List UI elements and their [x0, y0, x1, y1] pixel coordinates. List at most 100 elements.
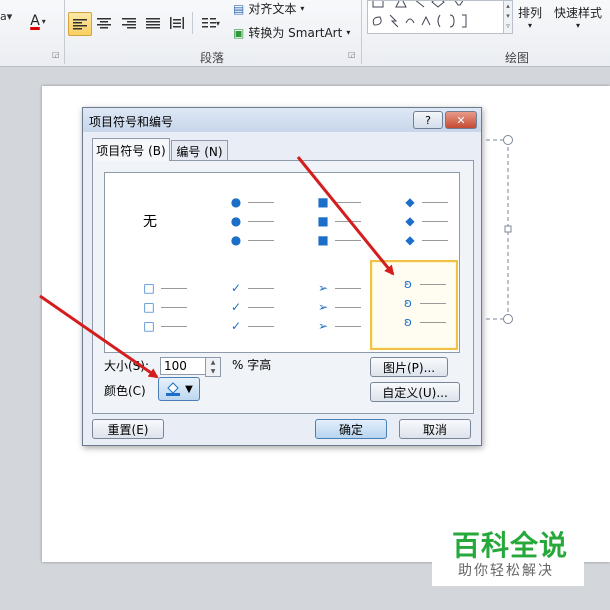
diamond-bullet-icon: ◆: [405, 233, 415, 247]
bullet-style-diamond[interactable]: ◆ ◆ ◆: [372, 177, 456, 263]
bullet-preview-row: □: [141, 300, 187, 314]
align-center-button[interactable]: [93, 12, 115, 34]
text-line-placeholder: [335, 306, 361, 308]
text-line-placeholder: [422, 239, 448, 241]
bullet-preview-row: □: [141, 319, 187, 333]
hollow-square-bullet-icon: □: [143, 300, 155, 314]
dialog-title: 项目符号和编号: [89, 115, 174, 129]
text-line-placeholder: [335, 220, 361, 222]
quick-styles-label: 快速样式: [553, 6, 602, 20]
spin-up-icon[interactable]: ▲: [206, 358, 220, 367]
help-button[interactable]: ?: [413, 111, 443, 129]
reset-button[interactable]: 重置(E): [92, 419, 164, 439]
size-label: 大小(S):: [104, 359, 150, 373]
text-line-placeholder: [420, 283, 446, 285]
paragraph-group-launcher-icon[interactable]: ◲: [348, 50, 356, 59]
chevron-down-icon: ▼: [185, 383, 193, 395]
size-input[interactable]: 100: [160, 357, 209, 375]
font-color-button[interactable]: A ▾: [26, 10, 50, 32]
diamond-bullet-icon: ◆: [405, 195, 415, 209]
cancel-button-label: 取消: [422, 422, 447, 437]
customize-button[interactable]: 自定义(U)...: [370, 382, 460, 402]
filled-round-bullet-icon: ●: [230, 195, 242, 209]
checkmark-bullet-icon: ✓: [230, 319, 242, 333]
bullet-preview-row: ✓: [228, 281, 274, 295]
text-line-placeholder: [335, 287, 361, 289]
text-line-placeholder: [422, 220, 448, 222]
distributed-button[interactable]: [166, 12, 188, 34]
tab-numbering[interactable]: 编号 (N): [171, 140, 228, 161]
tab-bullets-label: 项目符号 (B): [96, 143, 166, 158]
text-line-placeholder: [248, 201, 274, 203]
arrowhead-bullet-icon: ➢: [317, 319, 329, 333]
shapes-scroll-button[interactable]: ▴ ▾ ▿: [503, 0, 513, 34]
bullet-style-filled-round[interactable]: ● ● ●: [198, 177, 282, 263]
text-line-placeholder: [248, 287, 274, 289]
arrange-button[interactable]: 排列 ▾: [515, 4, 545, 30]
paragraph-group-label: 段落: [199, 51, 224, 65]
bullet-style-none[interactable]: 无: [111, 177, 195, 263]
filled-square-bullet-icon: ■: [317, 195, 329, 209]
scroll-bullet-icon: ʚ: [404, 296, 412, 310]
separator: [192, 12, 193, 34]
diamond-bullet-icon: ◆: [405, 214, 415, 228]
color-picker-button[interactable]: ▼: [158, 377, 200, 401]
smartart-icon: ▣: [233, 25, 245, 40]
tab-bullets[interactable]: 项目符号 (B): [92, 138, 170, 161]
align-right-button[interactable]: [118, 12, 140, 34]
justify-icon: [146, 18, 160, 29]
color-label: 颜色(C): [104, 384, 146, 398]
text-line-placeholder: [335, 239, 361, 241]
justify-button[interactable]: [142, 12, 164, 34]
size-spinner[interactable]: ▲ ▼: [205, 357, 221, 377]
text-line-placeholder: [248, 306, 274, 308]
bullet-style-scroll-selected[interactable]: ʚʚʚ: [370, 260, 458, 350]
text-line-placeholder: [335, 201, 361, 203]
align-text-button[interactable]: ▤ 对齐文本 ▾: [233, 0, 304, 17]
cancel-button[interactable]: 取消: [399, 419, 471, 439]
shapes-icon: [372, 0, 467, 28]
align-center-icon: [97, 18, 111, 29]
size-unit-label: % 字高: [232, 358, 272, 372]
dialog-titlebar[interactable]: 项目符号和编号 ? ✕: [83, 108, 481, 132]
ok-button[interactable]: 确定: [315, 419, 387, 439]
shapes-gallery[interactable]: [367, 0, 505, 34]
bullet-style-checkmark[interactable]: ✓ ✓ ✓: [198, 263, 282, 349]
columns-icon: [201, 18, 216, 28]
close-button[interactable]: ✕: [445, 111, 477, 129]
help-icon: ?: [425, 113, 431, 127]
filled-square-bullet-icon: ■: [317, 214, 329, 228]
bullet-preview-row: ◆: [402, 233, 448, 247]
hollow-square-bullet-icon: □: [143, 281, 155, 295]
filled-round-bullet-icon: ●: [230, 214, 242, 228]
bullet-style-arrowhead[interactable]: ➢ ➢ ➢: [285, 263, 369, 349]
columns-button[interactable]: ▾: [197, 12, 225, 34]
distributed-icon: [170, 17, 184, 29]
bullet-style-hollow-square[interactable]: □ □ □: [111, 263, 195, 349]
font-group-launcher-icon[interactable]: ◲: [52, 50, 60, 59]
picture-button[interactable]: 图片(P)...: [370, 357, 448, 377]
bullet-preview-row: ●: [228, 195, 274, 209]
font-fragment: a▾: [0, 10, 13, 23]
ok-button-label: 确定: [338, 422, 363, 437]
arrange-label: 排列: [517, 6, 542, 20]
convert-smartart-label: 转换为 SmartArt: [248, 26, 343, 40]
spin-down-icon[interactable]: ▼: [206, 367, 220, 376]
convert-smartart-button[interactable]: ▣ 转换为 SmartArt ▾: [233, 24, 350, 41]
quick-styles-button[interactable]: 快速样式 ▾: [548, 4, 608, 30]
none-label: 无: [143, 214, 157, 230]
bullets-numbering-dialog: 项目符号和编号 ? ✕ 项目符号 (B) 编号 (N) 无 ● ● ● ■ ■ ■ ◆ ◆…: [82, 107, 482, 446]
arrowhead-bullet-icon: ➢: [317, 300, 329, 314]
font-color-icon: A: [30, 13, 40, 29]
text-line-placeholder: [422, 201, 448, 203]
bullet-style-filled-square[interactable]: ■ ■ ■: [285, 177, 369, 263]
bullet-preview-row: ʚ: [400, 315, 446, 329]
align-left-button[interactable]: [68, 12, 92, 36]
customize-button-label: 自定义(U)...: [382, 385, 448, 400]
bullet-preview-row: ʚ: [400, 277, 446, 291]
watermark-tagline: 助你轻松解决: [458, 563, 554, 579]
text-line-placeholder: [161, 287, 187, 289]
bullet-preview-row: ■: [315, 214, 361, 228]
align-right-icon: [122, 18, 136, 29]
tab-numbering-label: 编号 (N): [176, 144, 223, 159]
